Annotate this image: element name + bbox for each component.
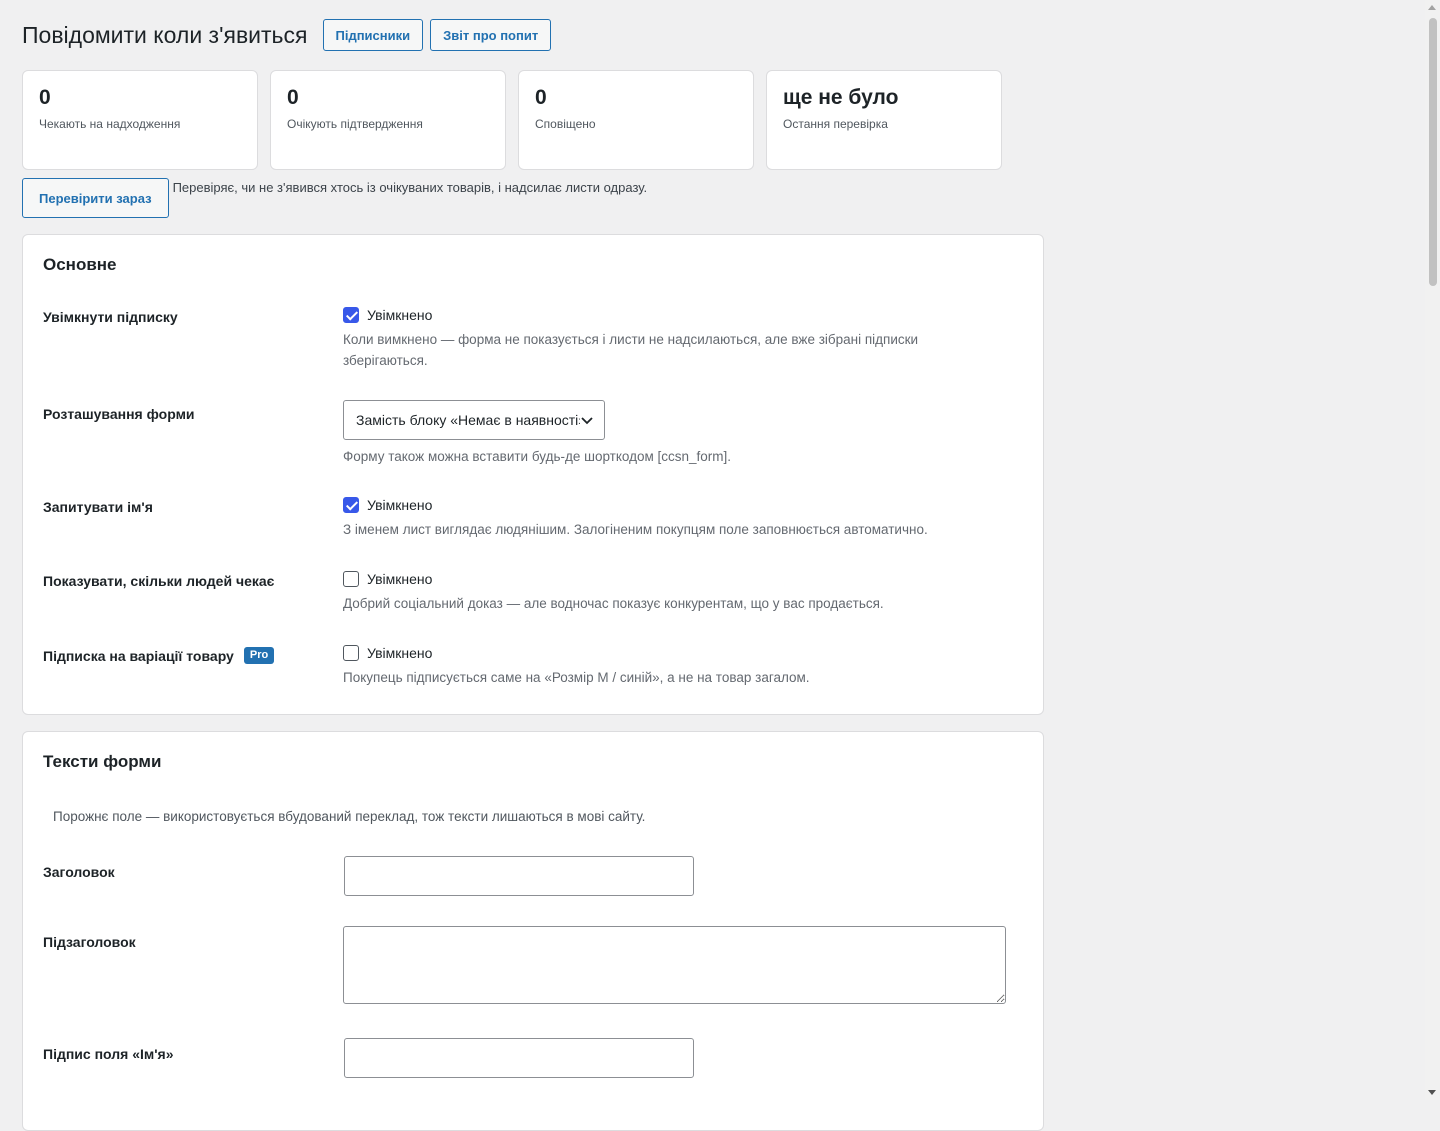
stat-card-pending: 0 Очікують підтвердження [270,70,506,170]
stat-label: Сповіщено [535,117,596,131]
scrollbar-thumb[interactable] [1429,18,1437,286]
setting-label: Підписка на варіації товару Pro [43,647,275,664]
general-settings-panel: Основне Увімкнути підписку Увімкнено Кол… [22,234,1044,715]
form-texts-panel: Тексти форми Порожнє поле — використовує… [22,731,1044,1131]
setting-description: Форму також можна вставити будь-де шортк… [343,449,732,464]
variation-subscription-checkbox[interactable] [343,645,359,661]
check-now-button[interactable]: Перевірити зараз [22,178,169,218]
page-scrollbar[interactable] [1425,0,1440,1100]
scroll-up-arrow-icon[interactable] [1428,5,1436,10]
section-title: Основне [43,255,117,274]
chevron-down-icon [581,417,593,425]
checkbox-label: Увімкнено [367,497,433,513]
demand-report-button[interactable]: Звіт про попит [430,19,552,51]
name-field-input[interactable] [344,1038,694,1078]
stat-label: Очікують підтвердження [287,117,423,131]
checkbox-label: Увімкнено [367,307,433,323]
subscribers-button[interactable]: Підписники [322,19,424,51]
setting-label-text: Підписка на варіації товару [43,647,234,664]
setting-label: Увімкнути підписку [43,309,178,325]
heading-input[interactable] [344,856,694,896]
setting-control: Увімкнено З іменем лист виглядає людяніш… [343,495,1023,540]
checkbox-line[interactable]: Увімкнено [343,643,1023,663]
select-value: Замість блоку «Немає в наявності» [356,412,580,428]
setting-control: Замість блоку «Немає в наявності» Форму … [343,400,1023,467]
check-now-description: Перевіряє, чи не з'явився хтось із очіку… [172,180,648,195]
setting-description: Добрий соціальний доказ — але водночас п… [343,596,884,611]
setting-control: Увімкнено Коли вимкнено — форма не показ… [343,305,1023,371]
checkbox-line[interactable]: Увімкнено [343,305,1023,325]
setting-description: Коли вимкнено — форма не показується і л… [343,332,919,368]
stat-card-last-check: ще не було Остання перевірка [766,70,1002,170]
form-position-select[interactable]: Замість блоку «Немає в наявності» [343,400,605,440]
stat-card-notified: 0 Сповіщено [518,70,754,170]
pro-badge: Pro [243,647,275,664]
setting-label: Розташування форми [43,406,195,422]
show-waiting-checkbox[interactable] [343,571,359,587]
name-field-label: Підпис поля «Ім'я» [43,1046,174,1062]
setting-control: Увімкнено Покупець підписується саме на … [343,643,1023,688]
stat-value: 0 [39,86,51,109]
ask-name-checkbox[interactable] [343,497,359,513]
heading-field-label: Заголовок [43,864,115,880]
page-title: Повідомити коли з'явиться [22,21,308,48]
subheading-textarea[interactable] [343,926,1006,1004]
stat-card-waiting: 0 Чекають на надходження [22,70,258,170]
setting-description: З іменем лист виглядає людянішим. Залогі… [343,522,928,537]
section-title: Тексти форми [43,752,162,771]
checkbox-label: Увімкнено [367,645,433,661]
setting-control: Увімкнено Добрий соціальний доказ — але … [343,569,1023,614]
form-texts-note: Порожнє поле — використовується вбудован… [53,809,646,824]
stat-value: 0 [287,86,299,109]
stat-value: 0 [535,86,547,109]
enable-subscription-checkbox[interactable] [343,307,359,323]
checkbox-line[interactable]: Увімкнено [343,569,1023,589]
stat-label: Чекають на надходження [39,117,181,131]
checkbox-label: Увімкнено [367,571,433,587]
stat-value: ще не було [783,86,899,109]
setting-description: Покупець підписується саме на «Розмір M … [343,670,810,685]
subheading-field-label: Підзаголовок [43,934,136,950]
setting-label: Запитувати ім'я [43,499,153,515]
check-now-row: Перевірити зараз Перевіряє, чи не з'явив… [22,178,647,218]
setting-label: Показувати, скільки людей чекає [43,573,275,589]
checkbox-line[interactable]: Увімкнено [343,495,1023,515]
page-header: Повідомити коли з'явиться Підписники Зві… [22,18,552,52]
stat-label: Остання перевірка [783,117,888,131]
stats-cards: 0 Чекають на надходження 0 Очікують підт… [22,70,1014,170]
scroll-down-arrow-icon[interactable] [1428,1090,1436,1095]
